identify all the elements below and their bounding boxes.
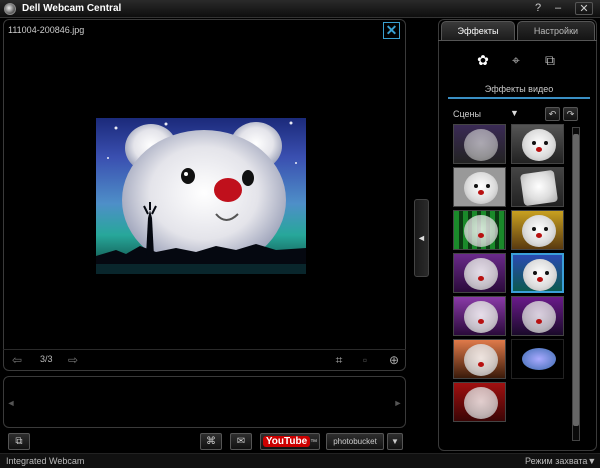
- capture-mode-dropdown[interactable]: Режим захвата▼: [525, 456, 596, 466]
- photobucket-button[interactable]: photobucket: [326, 433, 384, 450]
- share-dropdown-button[interactable]: ▼: [387, 433, 403, 450]
- effect-thumbnail[interactable]: [511, 296, 564, 336]
- effect-thumbnail[interactable]: [511, 124, 564, 164]
- effect-thumbnail[interactable]: [453, 167, 506, 207]
- filmstrip-right-icon[interactable]: ►: [393, 396, 403, 410]
- panel-toggle-button[interactable]: ◄: [414, 199, 429, 277]
- effects-thumbnail-grid: [453, 124, 568, 446]
- window-title: Dell Webcam Central: [22, 3, 122, 14]
- effects-scroll-thumb[interactable]: [573, 134, 579, 426]
- tab-divider: [438, 40, 597, 41]
- youtube-tm: ™: [310, 439, 318, 446]
- effect-thumbnail[interactable]: [511, 167, 564, 207]
- youtube-label: YouTube: [262, 436, 311, 447]
- scenes-dropdown-label[interactable]: Сцены: [453, 109, 481, 119]
- effect-thumbnail[interactable]: [453, 253, 506, 293]
- page-counter: 3/3: [40, 354, 53, 364]
- effect-thumbnail[interactable]: [453, 296, 506, 336]
- scenes-dropdown-arrow[interactable]: ▼: [510, 108, 519, 118]
- device-name: Integrated Webcam: [6, 456, 85, 466]
- youtube-button[interactable]: YouTube ™: [260, 433, 320, 450]
- teddy-bear-image: [96, 121, 306, 274]
- rotate-icon[interactable]: ▫: [358, 353, 372, 367]
- crop-icon[interactable]: ⌗: [332, 353, 346, 367]
- captured-photo: [96, 118, 306, 274]
- tab-settings[interactable]: Настройки: [517, 21, 595, 40]
- overlay-icon[interactable]: ⧉: [539, 50, 561, 70]
- status-bar: [0, 453, 600, 468]
- effect-thumbnail[interactable]: [453, 210, 506, 250]
- redo-icon[interactable]: ↷: [563, 107, 578, 121]
- filmstrip-left-icon[interactable]: ◄: [6, 396, 16, 410]
- effect-thumbnail[interactable]: [511, 339, 564, 379]
- webcam-app-icon: [4, 3, 16, 15]
- share-icon[interactable]: ⌘: [200, 433, 222, 450]
- mail-icon[interactable]: ✉: [230, 433, 252, 450]
- zoom-icon[interactable]: ⊕: [387, 353, 401, 367]
- undo-icon[interactable]: ↶: [545, 107, 560, 121]
- filmstrip-panel: [3, 376, 406, 428]
- effect-thumbnail[interactable]: [453, 339, 506, 379]
- tab-effects[interactable]: Эффекты: [441, 21, 515, 40]
- photobucket-label: photobucket: [333, 437, 377, 446]
- effect-thumbnail[interactable]: [453, 382, 506, 422]
- file-name: 111004-200846.jpg: [8, 25, 85, 35]
- previous-arrow-icon[interactable]: ⇦: [10, 353, 24, 367]
- effect-thumbnail[interactable]: [453, 124, 506, 164]
- help-button[interactable]: ?: [531, 2, 545, 15]
- effect-thumbnail-selected[interactable]: [511, 253, 564, 293]
- effect-thumbnail[interactable]: [511, 210, 564, 250]
- close-window-button[interactable]: ✕: [575, 2, 593, 15]
- close-viewer-button[interactable]: ✕: [383, 22, 400, 39]
- minimize-button[interactable]: –: [551, 2, 565, 15]
- camera-flip-icon[interactable]: ⧉: [8, 433, 30, 450]
- presentation-icon[interactable]: ⌖: [505, 50, 527, 70]
- next-arrow-icon[interactable]: ⇨: [66, 353, 80, 367]
- palette-icon[interactable]: ✿: [472, 50, 494, 70]
- video-effects-title: Эффекты видео: [448, 84, 590, 99]
